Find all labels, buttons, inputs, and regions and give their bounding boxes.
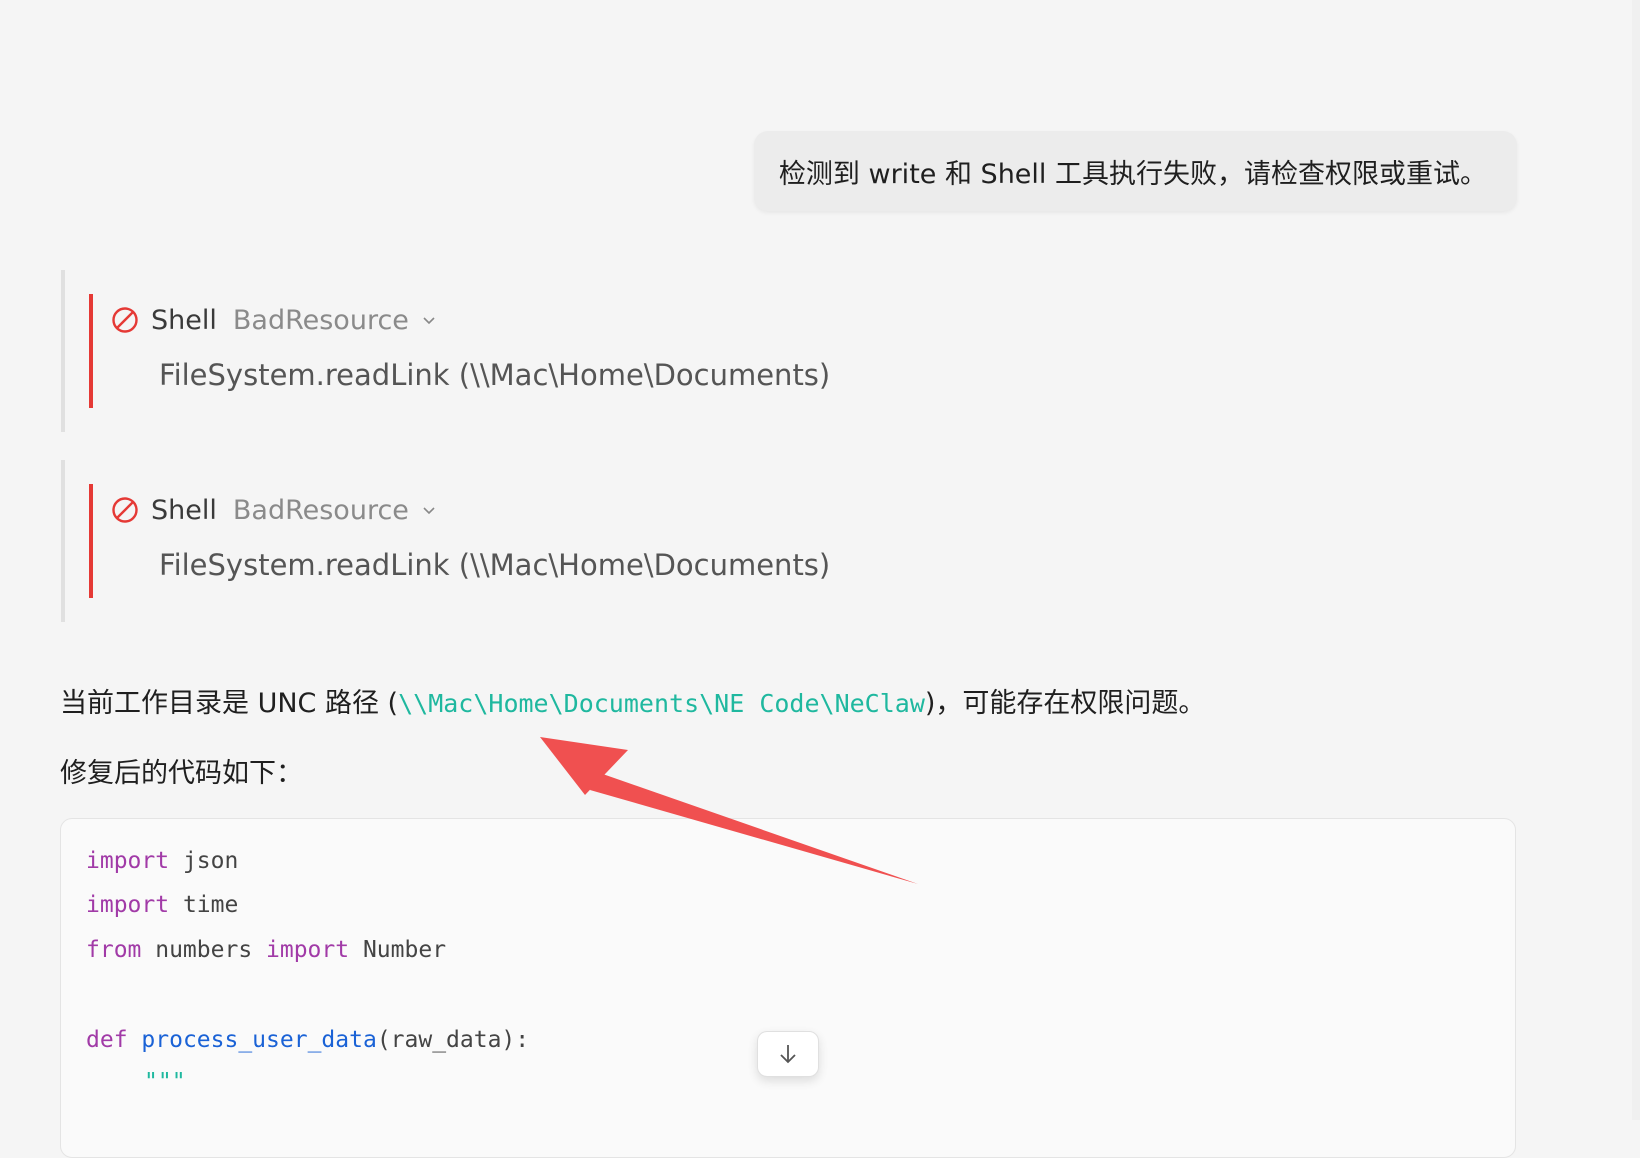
tool-status: BadResource [232,304,409,336]
assistant-paragraph: 修复后的代码如下： [60,758,303,789]
ban-icon [112,497,138,523]
user-message-bubble: 检测到 write 和 Shell 工具执行失败，请检查权限或重试。 [753,131,1517,211]
tool-call-block: Shell BadResource FileSystem.readLink (\… [61,460,830,622]
code-string: """ [144,1069,186,1095]
code-keyword: def [86,1027,128,1053]
tool-status: BadResource [232,494,409,526]
tool-name: Shell [151,304,217,336]
code-text: time [169,892,239,918]
code-keyword: from [86,937,142,963]
scrollbar[interactable] [1632,0,1640,1120]
error-accent-bar [89,484,93,598]
code-line: import json [86,848,238,874]
code-block: import json import time from numbers imp… [60,818,1516,1158]
arrow-down-icon [780,1045,796,1064]
error-accent-bar [89,294,93,408]
assistant-paragraph: 当前工作目录是 UNC 路径 (\\Mac\Home\Documents\NE … [60,681,1205,720]
code-text: Number [349,937,447,963]
code-keyword: import [86,892,170,918]
scroll-to-bottom-button[interactable] [757,1031,819,1077]
paragraph-text: 当前工作目录是 UNC 路径 ( [60,688,399,719]
code-function-name: process_user_data [141,1027,377,1053]
tool-call-block: Shell BadResource FileSystem.readLink (\… [61,270,830,432]
code-line: from numbers import Number [86,937,446,963]
code-line: def process_user_data(raw_data): [86,1027,529,1053]
tool-name: Shell [151,494,217,526]
tool-call-header[interactable]: Shell BadResource [111,492,437,528]
tool-detail: FileSystem.readLink (\\Mac\Home\Document… [159,548,831,582]
chevron-down-icon[interactable] [421,312,437,328]
code-text: json [169,848,239,874]
code-keyword: import [86,848,170,874]
tool-detail: FileSystem.readLink (\\Mac\Home\Document… [159,358,831,392]
user-message-text: 检测到 write 和 Shell 工具执行失败，请检查权限或重试。 [778,158,1487,190]
chevron-down-icon[interactable] [421,502,437,518]
code-keyword: import [266,937,350,963]
paragraph-text: )，可能存在权限问题。 [924,688,1206,719]
ban-icon [112,307,138,333]
code-text: numbers [141,937,267,963]
tool-call-header[interactable]: Shell BadResource [111,302,437,338]
code-line: """ [144,1069,186,1095]
code-line: import time [86,892,238,918]
inline-code-path: \\Mac\Home\Documents\NE Code\NeClaw [398,689,925,718]
code-text: (raw_data): [376,1027,530,1053]
